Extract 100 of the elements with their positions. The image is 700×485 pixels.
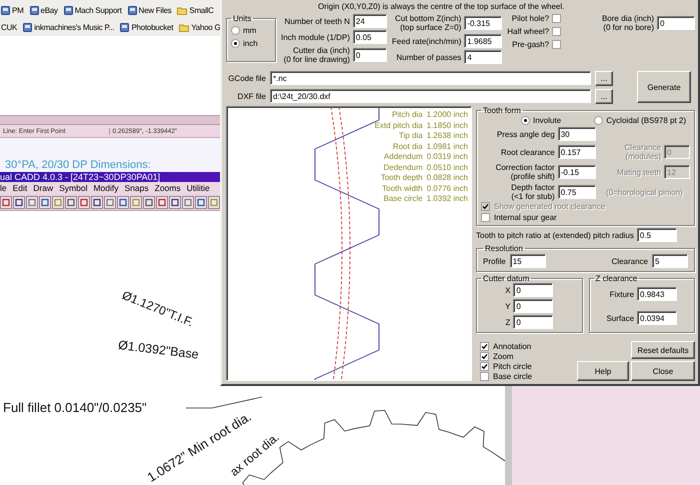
radio-button[interactable] bbox=[231, 39, 240, 48]
menu-item[interactable]: Snaps bbox=[124, 182, 149, 194]
toolbar-icon[interactable] bbox=[182, 196, 194, 208]
menu-item[interactable]: Zooms bbox=[154, 182, 181, 194]
site-icon bbox=[23, 22, 32, 32]
input-field[interactable]: -0.15 bbox=[558, 165, 596, 179]
input-field[interactable]: 0.05 bbox=[352, 30, 387, 44]
bookmark-link[interactable]: Mach Support bbox=[74, 6, 122, 14]
result-label: Extd pitch dia bbox=[374, 120, 423, 130]
bookmark-link[interactable]: eBay bbox=[40, 6, 58, 14]
field-hint: (profile shift) bbox=[510, 172, 555, 181]
toolbar-icon[interactable] bbox=[169, 196, 181, 208]
checkbox[interactable] bbox=[480, 372, 489, 380]
radio-button[interactable] bbox=[594, 116, 604, 125]
result-value: 1.0981 inch bbox=[426, 142, 468, 151]
menu-item[interactable]: Symbol bbox=[59, 182, 88, 194]
toolbar-icon[interactable] bbox=[78, 196, 90, 208]
field-hint: (top surface Z=0) bbox=[399, 23, 462, 32]
menu-item[interactable]: Utilitie bbox=[186, 182, 210, 194]
toolbar-icon[interactable] bbox=[104, 196, 116, 208]
checkbox[interactable] bbox=[481, 213, 490, 222]
result-value: 0.0510 inch bbox=[426, 162, 468, 172]
checkbox[interactable] bbox=[480, 342, 489, 350]
result-value: 1.2638 inch bbox=[426, 131, 468, 140]
result-value: 0.0776 inch bbox=[426, 184, 468, 193]
checkbox[interactable] bbox=[480, 352, 489, 360]
field-hint: (modules) bbox=[624, 152, 661, 161]
result-label: Tip dia bbox=[398, 131, 423, 140]
bookmark-link[interactable]: New Files bbox=[138, 6, 172, 14]
checkbox[interactable] bbox=[552, 27, 562, 36]
radio-button[interactable] bbox=[521, 116, 530, 125]
field-label: Fixture bbox=[608, 290, 634, 298]
generate-button[interactable]: Generate bbox=[637, 71, 691, 103]
input-field[interactable]: 0 bbox=[513, 315, 554, 329]
field-label: Cutter dia (inch) bbox=[292, 46, 350, 55]
result-label: Base circle bbox=[382, 194, 423, 204]
input-field[interactable]: 0 bbox=[657, 16, 695, 30]
browse-button[interactable]: ... bbox=[595, 70, 613, 86]
radio-label: inch bbox=[243, 39, 258, 48]
toolbar-icon[interactable] bbox=[39, 196, 51, 208]
radio-label: Involute bbox=[533, 116, 562, 125]
menu-item[interactable]: Modify bbox=[93, 182, 119, 194]
bookmark-link[interactable]: PM bbox=[12, 6, 24, 14]
field-label: Y bbox=[505, 302, 510, 310]
bookmark-link[interactable]: inkmachines's Music P... bbox=[34, 22, 114, 32]
checkbox[interactable] bbox=[480, 362, 489, 370]
result-label: Dedendum bbox=[382, 162, 423, 172]
dialog-button[interactable]: Help bbox=[577, 361, 629, 381]
bookmark-link[interactable]: Yahoo G bbox=[191, 22, 220, 32]
group-title: Resolution bbox=[484, 244, 524, 253]
input-field[interactable]: 0.9843 bbox=[637, 287, 678, 301]
input-field[interactable]: 0.157 bbox=[558, 145, 596, 159]
input-field[interactable]: 0.0394 bbox=[637, 311, 678, 325]
field-label: Mating teeth bbox=[616, 168, 661, 176]
bookmark-link[interactable]: CUK bbox=[1, 22, 18, 32]
toolbar-icon[interactable] bbox=[117, 196, 129, 208]
toolbar-icon[interactable] bbox=[156, 196, 168, 208]
toolbar-icon[interactable] bbox=[13, 196, 25, 208]
input-field[interactable]: 0.5 bbox=[636, 228, 677, 242]
bookmark-link[interactable]: Photobucket bbox=[131, 22, 174, 32]
input-field[interactable]: 5 bbox=[652, 254, 688, 268]
menu-item[interactable]: Draw bbox=[33, 182, 54, 194]
result-value: 0.0828 inch bbox=[426, 173, 468, 182]
toolbar-icon[interactable] bbox=[143, 196, 155, 208]
folder-icon bbox=[177, 6, 188, 14]
input-field[interactable]: 0.75 bbox=[558, 185, 596, 199]
bookmark-link[interactable]: SmallC bbox=[189, 6, 214, 14]
menu-item[interactable]: Edit bbox=[12, 182, 28, 194]
toolbar-icon[interactable] bbox=[0, 196, 12, 208]
input-field[interactable]: 0 bbox=[513, 283, 554, 297]
checkbox-label: Show generated root clearance bbox=[494, 202, 606, 211]
checkbox[interactable] bbox=[552, 14, 562, 23]
input-field[interactable]: *.nc bbox=[270, 71, 591, 85]
checkbox-label: Half wheel? bbox=[507, 27, 550, 36]
input-field[interactable]: 0 bbox=[513, 299, 554, 313]
input-field[interactable]: 24 bbox=[352, 14, 387, 28]
result-label: Pitch dia bbox=[390, 110, 423, 120]
radio-button[interactable] bbox=[231, 26, 240, 35]
field-label: Number of passes bbox=[395, 52, 462, 62]
site-icon bbox=[30, 6, 38, 14]
input-field[interactable]: 15 bbox=[510, 254, 546, 268]
menu-item[interactable]: le bbox=[0, 182, 7, 194]
input-field[interactable]: 0 bbox=[352, 48, 387, 62]
toolbar-icon[interactable] bbox=[65, 196, 77, 208]
field-hint: (0 for no bore) bbox=[602, 23, 654, 32]
input-field[interactable]: 1.9685 bbox=[464, 34, 502, 48]
input-field[interactable]: 4 bbox=[464, 50, 502, 64]
toolbar-icon[interactable] bbox=[26, 196, 38, 208]
toolbar-icon[interactable] bbox=[195, 196, 207, 208]
input-field[interactable]: d:\24t_20/30.dxf bbox=[270, 89, 591, 103]
field-label: Number of teeth N bbox=[284, 16, 350, 26]
radio-label: Cycloidal (BS978 pt 2) bbox=[606, 116, 686, 125]
dialog-button[interactable]: Close bbox=[631, 361, 695, 381]
toolbar-icon[interactable] bbox=[91, 196, 103, 208]
field-label: Press angle deg bbox=[496, 130, 555, 138]
dialog-button[interactable]: Reset defaults bbox=[631, 341, 695, 359]
browse-button[interactable]: ... bbox=[595, 88, 613, 104]
input-field[interactable]: 30 bbox=[558, 127, 596, 141]
checkbox[interactable] bbox=[552, 40, 562, 49]
input-field[interactable]: -0.315 bbox=[464, 16, 502, 30]
